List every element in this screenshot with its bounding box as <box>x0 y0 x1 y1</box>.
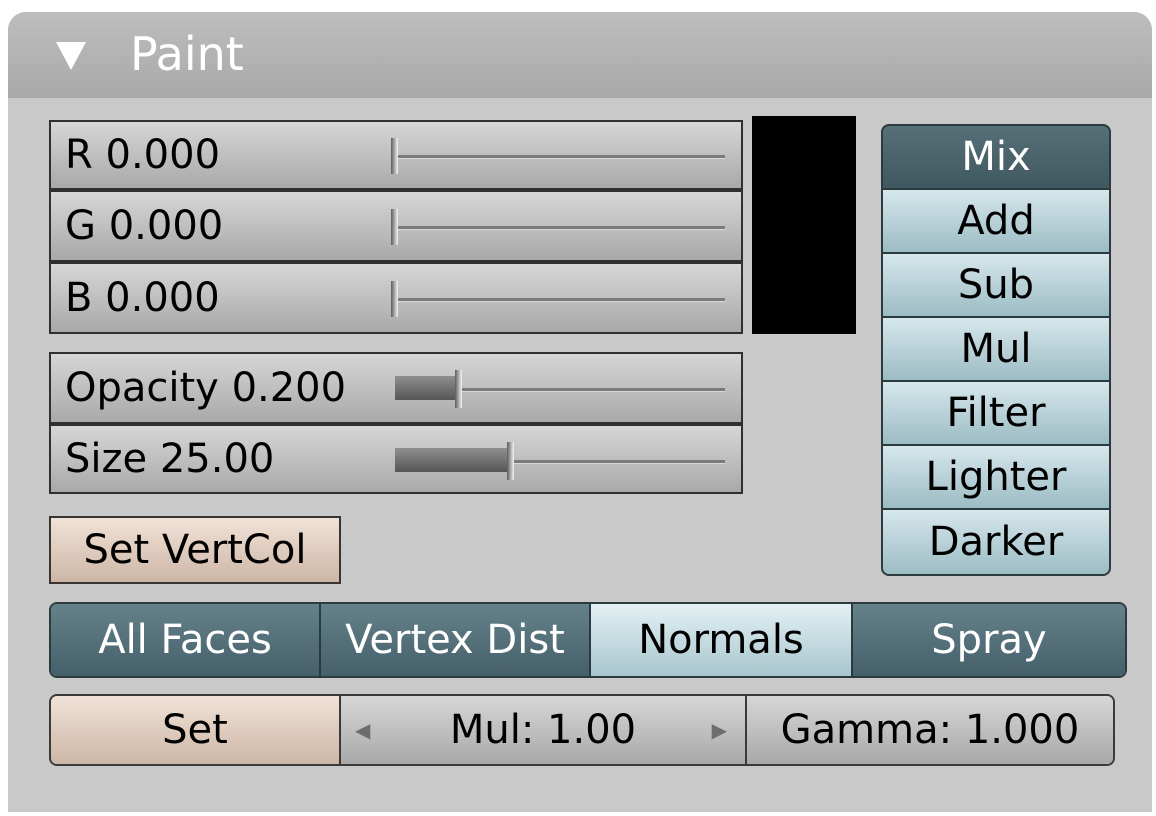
g-slider-track <box>395 226 725 229</box>
paint-panel: Paint R 0.000 G 0.000 B 0.000 Opacity 0.… <box>8 12 1152 812</box>
blend-mode-sub[interactable]: Sub <box>883 254 1109 318</box>
blend-mode-add[interactable]: Add <box>883 190 1109 254</box>
panel-title: Paint <box>130 27 244 81</box>
opacity-slider[interactable]: Opacity 0.200 <box>49 352 743 424</box>
r-slider-track <box>395 155 725 158</box>
g-slider-label: G 0.000 <box>65 203 224 249</box>
mul-field-label: Mul: 1.00 <box>449 707 637 753</box>
blend-mode-filter[interactable]: Filter <box>883 382 1109 446</box>
face-options-bar: All Faces Vertex Dist Normals Spray <box>49 602 1127 678</box>
b-slider[interactable]: B 0.000 <box>49 262 743 334</box>
blend-mode-mul[interactable]: Mul <box>883 318 1109 382</box>
panel-header[interactable]: Paint <box>8 12 1152 98</box>
r-slider[interactable]: R 0.000 <box>49 120 743 190</box>
all-faces-toggle[interactable]: All Faces <box>51 604 321 676</box>
b-slider-knob[interactable] <box>391 281 398 317</box>
g-slider-knob[interactable] <box>391 209 398 245</box>
blend-mode-list: Mix Add Sub Mul Filter Lighter Darker <box>881 124 1111 576</box>
r-slider-label: R 0.000 <box>65 132 221 178</box>
size-slider-knob[interactable] <box>507 442 514 480</box>
color-swatch[interactable] <box>752 116 856 334</box>
r-slider-knob[interactable] <box>391 138 398 174</box>
opacity-slider-label: Opacity 0.200 <box>65 365 347 411</box>
mul-decrement-icon[interactable]: ◀ <box>355 720 370 740</box>
g-slider[interactable]: G 0.000 <box>49 190 743 262</box>
size-slider[interactable]: Size 25.00 <box>49 424 743 494</box>
gamma-field[interactable]: Gamma: 1.000 <box>747 696 1113 764</box>
triangle-down-icon[interactable] <box>56 42 86 70</box>
bottom-controls: Set ◀ Mul: 1.00 ▶ Gamma: 1.000 <box>49 694 1115 766</box>
opacity-slider-knob[interactable] <box>455 370 462 408</box>
b-slider-label: B 0.000 <box>65 275 220 321</box>
b-slider-track <box>395 298 725 301</box>
mul-increment-icon[interactable]: ▶ <box>712 720 727 740</box>
set-vertcol-button[interactable]: Set VertCol <box>49 516 341 584</box>
size-slider-label: Size 25.00 <box>65 436 275 482</box>
blend-mode-darker[interactable]: Darker <box>883 510 1109 574</box>
opacity-slider-fill <box>395 376 461 400</box>
size-slider-fill <box>395 448 513 472</box>
blend-mode-mix[interactable]: Mix <box>883 126 1109 190</box>
vertex-dist-toggle[interactable]: Vertex Dist <box>321 604 591 676</box>
mul-field[interactable]: ◀ Mul: 1.00 ▶ <box>341 696 747 764</box>
set-button[interactable]: Set <box>51 696 341 764</box>
normals-toggle[interactable]: Normals <box>591 604 853 676</box>
blend-mode-lighter[interactable]: Lighter <box>883 446 1109 510</box>
spray-toggle[interactable]: Spray <box>853 604 1125 676</box>
